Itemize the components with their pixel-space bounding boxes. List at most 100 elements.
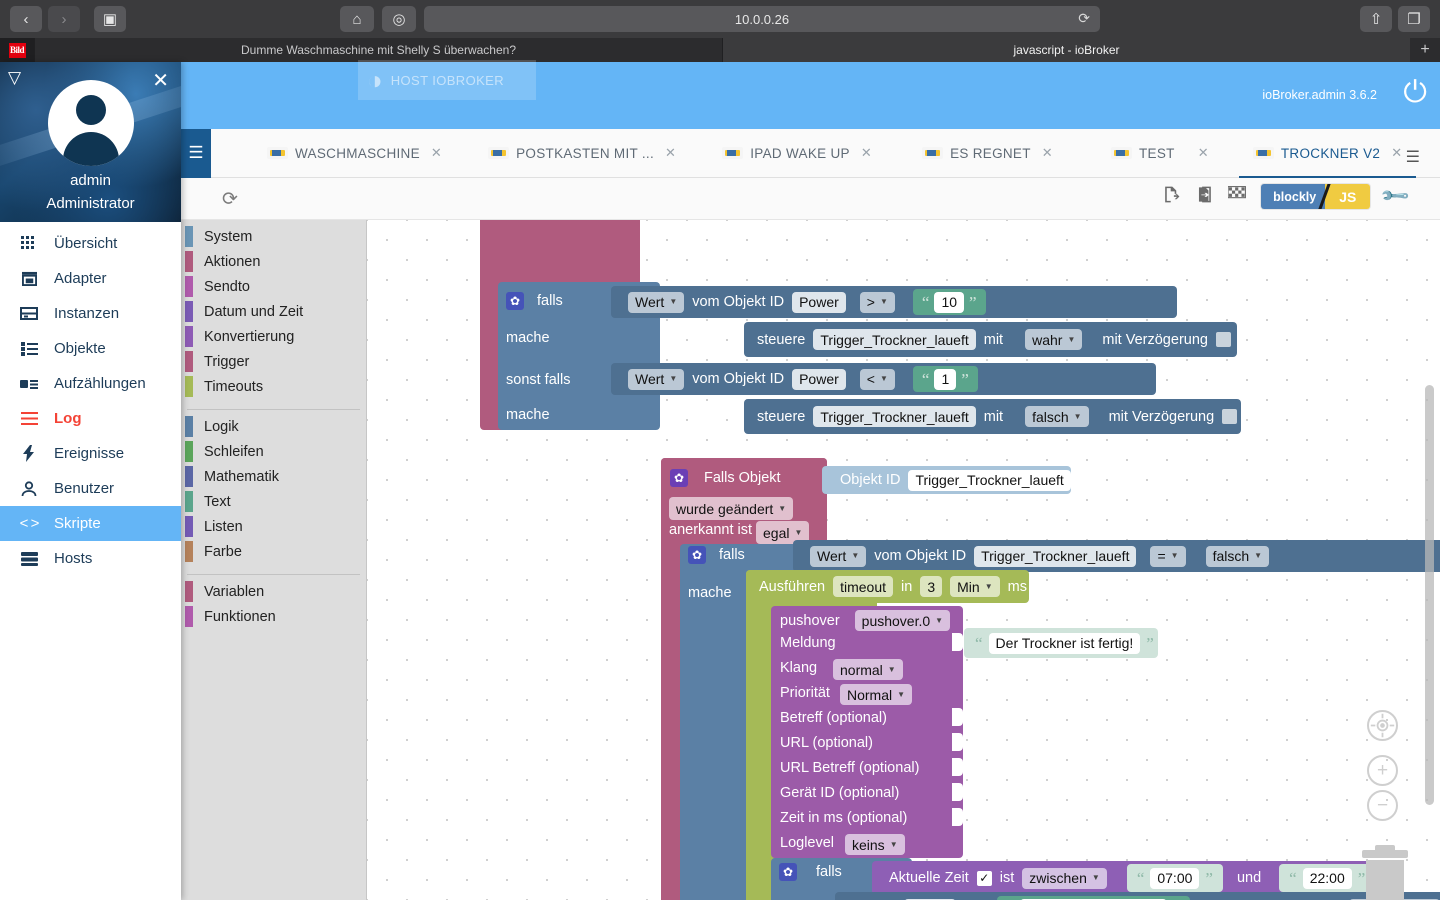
script-tree-toggle[interactable]: ☰ [181, 128, 211, 178]
control-value-dropdown-2[interactable]: falsch ▼ [1025, 406, 1089, 427]
toolbox-category-schleifen[interactable]: Schleifen [181, 439, 366, 464]
blockly-mode-label[interactable]: blockly [1261, 184, 1326, 209]
block-time-between[interactable]: Aktuelle Zeit ✓ ist zwischen ▼ “ 07:00 ” … [872, 861, 1392, 895]
mutator-gear-icon[interactable]: ✿ [779, 863, 797, 881]
change-mode-dropdown[interactable]: wurde geändert ▼ [669, 497, 794, 520]
block-object-id-value[interactable]: Objekt ID Trigger_Trockner_laueft [822, 466, 1071, 494]
delay-checkbox-1[interactable] [1215, 332, 1231, 347]
toolbox-category-trigger[interactable]: Trigger [181, 349, 366, 374]
number-field-2[interactable]: 1 [934, 368, 957, 390]
block-text-time-from[interactable]: “ 07:00 ” [1126, 864, 1223, 892]
block-text-message[interactable]: “ Der Trockner ist fertig! ” [964, 628, 1158, 658]
script-tab-es-regnet[interactable]: ES REGNET ✕ [908, 129, 1067, 178]
block-compare-3[interactable]: Wert ▼ vom Objekt ID Trigger_Trockner_lau… [793, 540, 1440, 572]
delay-checkbox-2[interactable] [1222, 409, 1238, 424]
zoom-in-button[interactable]: + [1367, 755, 1398, 786]
power-icon[interactable]: ⏻ [1403, 78, 1427, 108]
center-workspace-button[interactable] [1367, 710, 1398, 741]
operator-dropdown-2[interactable]: < ▼ [859, 368, 895, 390]
import-icon[interactable] [1195, 185, 1214, 208]
pushover-priority-dropdown[interactable]: Normal ▼ [840, 684, 913, 705]
script-tab-ipad-wake-up[interactable]: IPAD WAKE UP ✕ [708, 129, 886, 178]
blockly-workspace[interactable]: System Aktionen Sendto Datum und Zeit Ko… [181, 220, 1440, 900]
blockly-canvas[interactable]: ✿ falls Wert ▼ vom Objekt ID Power > ▼ “ 1… [367, 220, 1440, 900]
address-bar[interactable]: 10.0.0.26 ⟳ [424, 6, 1100, 32]
block-if-2-header[interactable]: ✿ falls [688, 546, 745, 564]
mutator-gear-icon[interactable]: ✿ [670, 469, 688, 487]
mutator-gear-icon[interactable]: ✿ [688, 546, 706, 564]
value-type-dropdown-3[interactable]: Wert ▼ [810, 545, 867, 567]
operator-dropdown-3[interactable]: = ▼ [1150, 545, 1186, 567]
control-object-field-2[interactable]: Trigger_Trockner_laueft [813, 406, 976, 427]
block-compare-2[interactable]: Wert ▼ vom Objekt ID Power < ▼ “ 1 ” [611, 363, 1156, 395]
reload-icon[interactable]: ⟳ [1078, 10, 1090, 27]
toolbox-category-timeouts[interactable]: Timeouts [181, 374, 366, 399]
object-id-field-1[interactable]: Power [792, 291, 846, 313]
browser-tab-1[interactable]: javascript - ioBroker [722, 38, 1410, 62]
reader-button[interactable]: ◎ [382, 6, 416, 32]
script-tab-trockner-v2[interactable]: TROCKNER V2 ✕ [1238, 129, 1417, 178]
script-tab-test[interactable]: TEST ✕ [1097, 129, 1223, 178]
mutator-gear-icon[interactable]: ✿ [506, 292, 524, 310]
home-button[interactable]: ⌂ [340, 6, 374, 32]
boolean-dropdown-3[interactable]: falsch ▼ [1205, 545, 1270, 567]
toolbox-category-logik[interactable]: Logik [181, 414, 366, 439]
js-mode-label[interactable]: JS [1325, 184, 1371, 209]
checkered-flag-icon[interactable] [1227, 186, 1247, 207]
settings-wrench-icon[interactable]: 🔧 [1380, 181, 1412, 213]
block-if-3-header[interactable]: ✿ falls [779, 863, 842, 881]
reload-script-button[interactable]: ⟳ [222, 188, 238, 211]
toolbox-category-text[interactable]: Text [181, 489, 366, 514]
time-from-field[interactable]: 07:00 [1150, 867, 1200, 889]
control-value-dropdown-1[interactable]: wahr ▼ [1025, 329, 1083, 350]
zoom-out-button[interactable]: − [1367, 790, 1398, 821]
block-on-header[interactable]: ✿ Falls Objekt [670, 469, 781, 487]
sidebar-item-hosts[interactable]: Hosts [0, 541, 181, 576]
blockly-js-toggle[interactable]: blockly JS [1261, 184, 1371, 209]
workspace-vertical-scrollbar[interactable] [1425, 385, 1434, 805]
pushover-message-field[interactable]: Der Trockner ist fertig! [988, 632, 1141, 654]
pushover-instance-dropdown[interactable]: pushover.0 ▼ [854, 610, 951, 631]
script-tab-waschmaschine[interactable]: WASCHMASCHINE ✕ [253, 129, 456, 178]
sidebar-item-aufzaehlungen[interactable]: Aufzählungen [0, 366, 181, 401]
sidebar-item-adapter[interactable]: Adapter [0, 261, 181, 296]
object-id-field-3[interactable]: Trigger_Trockner_laueft [974, 545, 1137, 567]
operator-dropdown-1[interactable]: > ▼ [859, 291, 895, 313]
toolbox-category-sendto[interactable]: Sendto [181, 274, 366, 299]
script-tab-postkasten[interactable]: POSTKASTEN MIT ... ✕ [474, 129, 690, 178]
toolbox-category-datum-und-zeit[interactable]: Datum und Zeit [181, 299, 366, 324]
sidebar-item-uebersicht[interactable]: Übersicht [0, 226, 181, 261]
block-set-timeout-head[interactable]: Ausführen timeout in 3 Min ▼ ms [746, 570, 1029, 603]
timeout-amount-field[interactable]: 3 [920, 576, 943, 597]
collapse-drawer-icon[interactable]: ▽ [8, 68, 21, 88]
close-drawer-icon[interactable]: ✕ [152, 68, 169, 93]
trash-can[interactable] [1362, 845, 1408, 900]
time-mode-dropdown[interactable]: zwischen ▼ [1022, 867, 1107, 889]
toolbox-category-funktionen[interactable]: Funktionen [181, 604, 366, 629]
script-tabs-menu-icon[interactable]: ☰ [1406, 147, 1420, 167]
script-tab-close-icon[interactable]: ✕ [1391, 145, 1402, 161]
forward-button[interactable]: › [48, 6, 80, 32]
blockly-toolbox[interactable]: System Aktionen Sendto Datum und Zeit Ko… [181, 220, 367, 900]
pushover-row-instance[interactable]: pushover pushover.0 ▼ [780, 610, 951, 631]
time-to-field[interactable]: 22:00 [1302, 867, 1352, 889]
block-text-number-2[interactable]: “ 1 ” [912, 366, 978, 392]
tab-overview-button[interactable]: ❐ [1398, 6, 1430, 32]
current-time-checkbox[interactable]: ✓ [976, 870, 992, 886]
timeout-unit-dropdown[interactable]: Min ▼ [950, 576, 1000, 597]
number-field-1[interactable]: 10 [934, 291, 965, 313]
value-type-dropdown-2[interactable]: Wert ▼ [628, 368, 685, 390]
script-tab-close-icon[interactable]: ✕ [861, 145, 872, 161]
toolbox-category-listen[interactable]: Listen [181, 514, 366, 539]
block-control-1[interactable]: steuere Trigger_Trockner_laueft mit wahr… [744, 322, 1237, 357]
block-if-1-header[interactable]: ✿ falls [506, 292, 563, 310]
share-button[interactable]: ⇧ [1360, 6, 1392, 32]
toolbox-category-aktionen[interactable]: Aktionen [181, 249, 366, 274]
block-text-number-1[interactable]: “ 10 ” [912, 289, 986, 315]
new-tab-button[interactable]: + [1410, 38, 1440, 62]
iobroker-drawer[interactable]: ▽ ✕ admin Administrator Übersicht Adapte… [0, 62, 181, 900]
browser-tab-0[interactable]: Dumme Waschmaschine mit Shelly S überwac… [34, 38, 722, 62]
control-object-field-1[interactable]: Trigger_Trockner_laueft [813, 329, 976, 350]
toolbox-category-konvertierung[interactable]: Konvertierung [181, 324, 366, 349]
block-compare-1[interactable]: Wert ▼ vom Objekt ID Power > ▼ “ 10 ” [611, 286, 1177, 318]
